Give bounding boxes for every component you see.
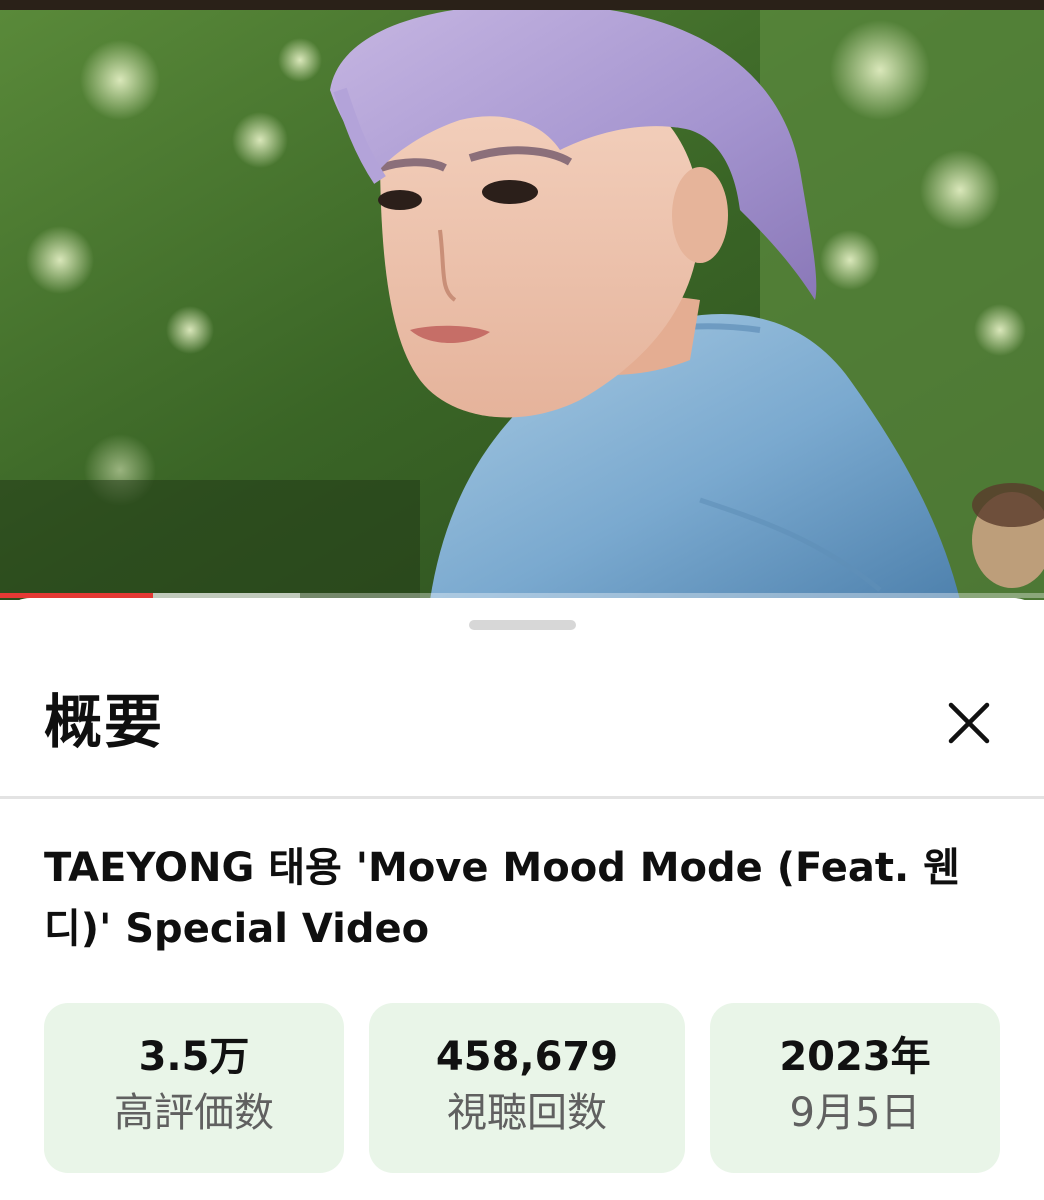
publish-year: 2023年: [779, 1034, 931, 1080]
likes-count: 3.5万: [138, 1034, 250, 1080]
video-frame-image: [0, 0, 1044, 600]
video-player[interactable]: [0, 0, 1044, 600]
views-count: 458,679: [435, 1034, 619, 1080]
close-button[interactable]: [936, 690, 1002, 756]
likes-stat: 3.5万 高評価数: [44, 1003, 344, 1173]
sheet-title: 概要: [44, 688, 165, 756]
views-label: 視聴回数: [447, 1090, 607, 1136]
divider: [0, 796, 1044, 799]
likes-label: 高評価数: [114, 1090, 274, 1136]
stats-row: 3.5万 高評価数 458,679 視聴回数 2023年 9月5日: [0, 1003, 1044, 1175]
drag-handle[interactable]: [469, 620, 576, 630]
video-title: TAEYONG 태용 'Move Mood Mode (Feat. 웬디)' S…: [44, 845, 960, 952]
close-icon: [948, 702, 990, 744]
publish-date: 9月5日: [789, 1090, 921, 1136]
date-stat: 2023年 9月5日: [710, 1003, 1000, 1173]
views-stat: 458,679 視聴回数: [369, 1003, 685, 1173]
status-bar-strip: [0, 0, 1044, 10]
description-sheet: 概要 TAEYONG 태용 'Move Mood Mode (Feat. 웬디)…: [0, 598, 1044, 1200]
